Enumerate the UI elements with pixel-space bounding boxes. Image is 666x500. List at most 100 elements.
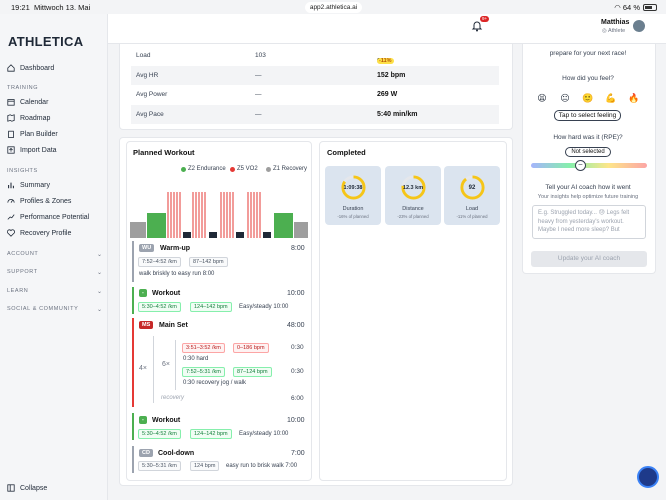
step-tag: MS bbox=[139, 321, 154, 329]
upload-icon bbox=[7, 146, 15, 154]
hr-pill: 124 bpm bbox=[190, 461, 220, 471]
sidebar-item-dashboard[interactable]: Dashboard bbox=[7, 62, 54, 74]
sidebar-item-profiles[interactable]: Profiles & Zones bbox=[7, 195, 71, 207]
select-feeling-button[interactable]: Tap to select feeling bbox=[554, 110, 621, 121]
segment-workout-1 bbox=[147, 213, 166, 238]
section-social[interactable]: SOCIAL & COMMUNITY ⌄ bbox=[7, 306, 102, 313]
emoji-fire[interactable]: 🔥 bbox=[628, 92, 640, 104]
section-support[interactable]: SUPPORT ⌄ bbox=[7, 269, 102, 276]
sidebar-item-recovery[interactable]: Recovery Profile bbox=[7, 227, 71, 239]
top-bar bbox=[108, 14, 666, 44]
section-learn[interactable]: LEARN ⌄ bbox=[7, 288, 102, 295]
segment-recovery-4 bbox=[263, 232, 271, 238]
rpe-slider-track[interactable] bbox=[531, 163, 647, 168]
map-icon bbox=[7, 114, 15, 122]
metric-sub: -11% of planned bbox=[456, 214, 488, 219]
emoji-neutral[interactable]: 😐 bbox=[559, 92, 571, 104]
hr-pill: 124–142 bpm bbox=[190, 302, 232, 312]
chart-bar-icon bbox=[8, 182, 14, 189]
wifi-icon: ◠ bbox=[614, 3, 621, 12]
workout-profile-chart bbox=[130, 192, 308, 238]
clipboard-icon bbox=[8, 130, 14, 138]
sidebar: ATHLETICA Dashboard TRAINING Calendar Ro… bbox=[0, 14, 108, 500]
rpe-value: Not selected bbox=[565, 147, 611, 157]
sidebar-item-plan-builder[interactable]: Plan Builder bbox=[7, 128, 58, 140]
chevron-down-icon: ⌄ bbox=[97, 289, 103, 295]
inner-repeat: 6× bbox=[162, 361, 170, 368]
planned-workout-title: Planned Workout bbox=[133, 148, 195, 157]
legend-z1: Z1 Recovery bbox=[266, 166, 307, 172]
step-tag: - bbox=[139, 289, 147, 297]
metric-card-duration: 1:09:38 Duration -16% of planned bbox=[325, 166, 381, 225]
hr-pill: 87–142 bpm bbox=[189, 257, 228, 267]
step-time: 8:00 bbox=[291, 245, 305, 252]
ios-status-bar: 19:21 Mittwoch 13. Mai app2.athletica.ai… bbox=[0, 0, 666, 14]
sidebar-item-label: Roadmap bbox=[20, 114, 51, 122]
pace-pill: 5:30–5:31 /km bbox=[138, 461, 181, 471]
table-row: Avg Power — 269 W bbox=[131, 85, 499, 104]
battery-icon bbox=[643, 4, 657, 11]
sidebar-item-summary[interactable]: Summary bbox=[7, 179, 50, 191]
pace-pill: 5:30–4:52 /km bbox=[138, 302, 181, 312]
pace-pill: 7:52–4:52 /km bbox=[138, 257, 181, 267]
segment-recovery-1 bbox=[183, 232, 191, 238]
row-label: Load bbox=[136, 52, 151, 59]
battery-percent: ◠ 64 % bbox=[614, 3, 640, 12]
sidebar-item-calendar[interactable]: Calendar bbox=[7, 96, 48, 108]
outer-repeat: 4× bbox=[139, 365, 147, 372]
section-account[interactable]: ACCOUNT ⌄ bbox=[7, 251, 102, 258]
sidebar-item-roadmap[interactable]: Roadmap bbox=[7, 112, 50, 124]
segment-recovery-3 bbox=[236, 232, 244, 238]
legend-dot bbox=[230, 166, 235, 172]
emoji-strong[interactable]: 💪 bbox=[605, 92, 617, 104]
step-time: 48:00 bbox=[287, 322, 305, 329]
emoji-exhausted[interactable]: 😫 bbox=[536, 92, 548, 104]
sidebar-item-label: Plan Builder bbox=[20, 130, 58, 138]
interval-time: 0:30 bbox=[291, 368, 304, 375]
row-actual: 152 bpm bbox=[377, 72, 406, 79]
avatar[interactable] bbox=[632, 19, 646, 33]
pace-pill: 7:52–5:31 /km bbox=[182, 367, 225, 377]
pace-pill: 3:51–3:52 /km bbox=[182, 343, 225, 353]
brand-logo[interactable]: ATHLETICA bbox=[8, 34, 83, 49]
completed-title: Completed bbox=[327, 148, 366, 157]
coach-feedback-input[interactable]: E.g. Struggled today... 😓 Legs felt heav… bbox=[532, 205, 646, 239]
segment-cooldown bbox=[294, 222, 308, 238]
chevron-down-icon: ⌄ bbox=[97, 252, 103, 258]
sidebar-item-label: Dashboard bbox=[20, 64, 55, 72]
pace-pill: 5:30–4:52 /km bbox=[138, 429, 181, 439]
user-name[interactable]: Matthias bbox=[601, 19, 629, 26]
metric-label: Load bbox=[465, 206, 479, 212]
chevron-down-icon: ⌄ bbox=[97, 307, 103, 313]
metric-sub: -23% of planned bbox=[397, 214, 429, 219]
emoji-happy[interactable]: 🙂 bbox=[582, 92, 594, 104]
chat-assistant-button[interactable] bbox=[637, 466, 659, 488]
metric-value: 92 bbox=[468, 185, 476, 191]
section-training[interactable]: TRAINING bbox=[7, 85, 38, 91]
legend-z5: Z5 VO2 bbox=[230, 166, 258, 172]
legend-z2: Z2 Endurance bbox=[181, 166, 226, 172]
row-planned: 103 bbox=[255, 52, 266, 59]
step-tag: WU bbox=[139, 244, 155, 252]
collapse-button[interactable]: Collapse bbox=[7, 484, 47, 492]
url-bar[interactable]: app2.athletica.ai bbox=[305, 2, 362, 13]
section-insights[interactable]: INSIGHTS bbox=[7, 168, 38, 174]
sidebar-item-import-data[interactable]: Import Data bbox=[7, 144, 57, 156]
heart-icon bbox=[7, 229, 15, 237]
segment-warmup bbox=[130, 222, 146, 238]
table-row: Load 103 92 -11% bbox=[131, 46, 499, 65]
step-main-set[interactable] bbox=[132, 318, 307, 407]
sidebar-item-label: Profiles & Zones bbox=[20, 197, 72, 205]
sidebar-item-performance[interactable]: Performance Potential bbox=[7, 211, 89, 223]
update-coach-button[interactable]: Update your AI coach bbox=[531, 251, 647, 267]
interval-time: 0:30 bbox=[291, 344, 304, 351]
step-tag: - bbox=[139, 416, 147, 424]
recovery-time: 6:00 bbox=[291, 395, 304, 402]
step-title: Workout bbox=[152, 290, 181, 297]
hr-pill: 87–124 bpm bbox=[233, 367, 272, 377]
rpe-slider-handle[interactable]: – bbox=[575, 160, 586, 171]
sidebar-item-label: Calendar bbox=[20, 98, 49, 106]
sidebar-item-label: Recovery Profile bbox=[20, 229, 72, 237]
status-time: 19:21 Mittwoch 13. Mai bbox=[11, 3, 91, 12]
segment-workout-2 bbox=[274, 213, 293, 238]
